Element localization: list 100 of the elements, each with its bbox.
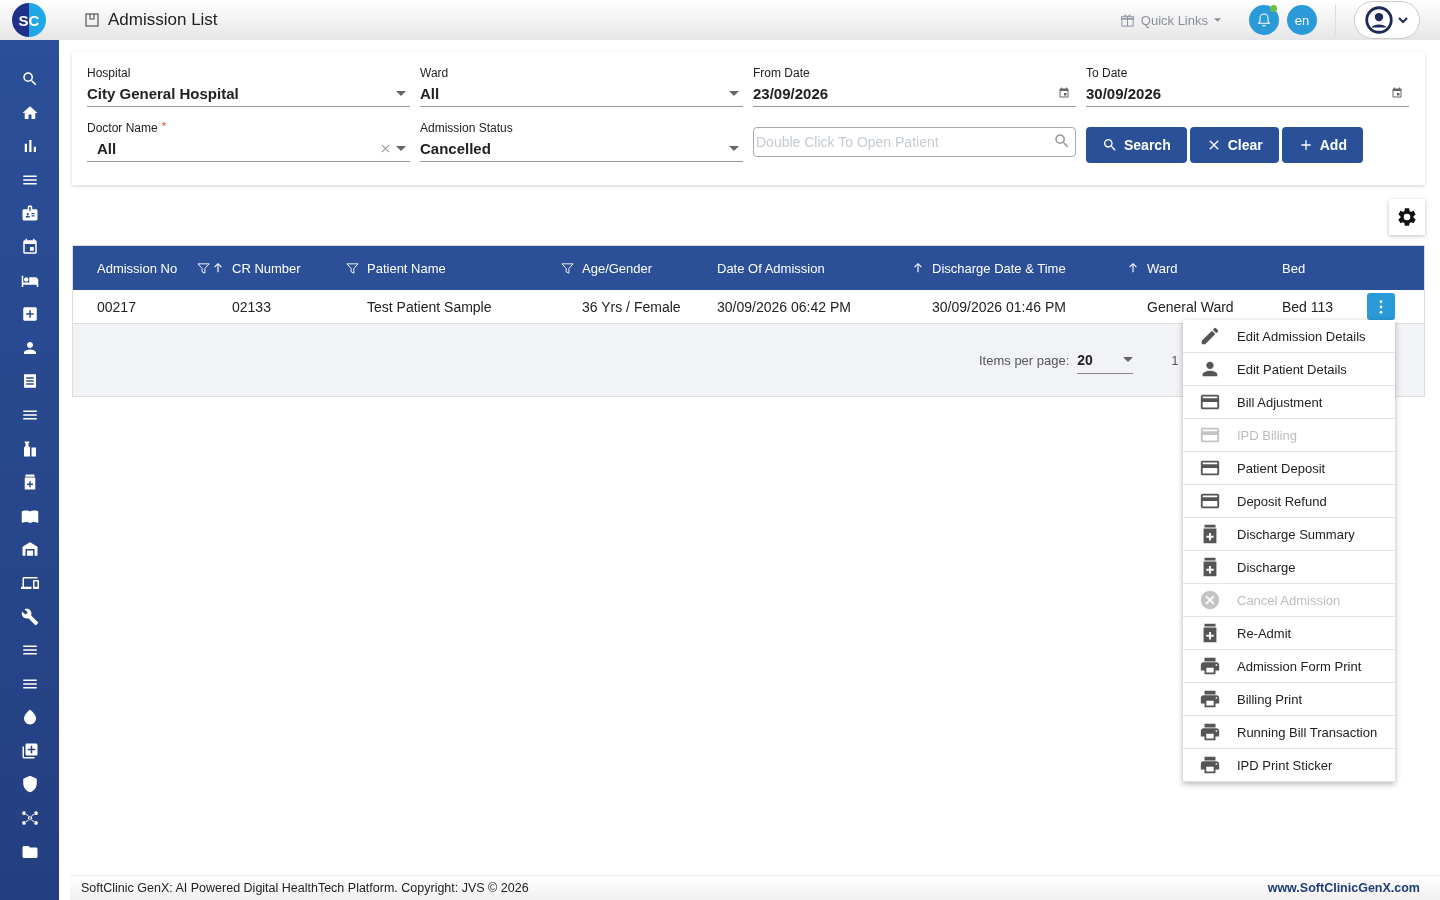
menu-item[interactable]: Discharge Summary	[1183, 518, 1395, 551]
items-per-page-label: Items per page:	[979, 352, 1070, 368]
gift-icon	[1119, 12, 1135, 28]
print-icon	[1199, 655, 1221, 677]
calendar-icon[interactable]	[1058, 87, 1070, 99]
menu-item[interactable]: Deposit Refund	[1183, 485, 1395, 518]
menu-item[interactable]: Admission Form Print	[1183, 650, 1395, 683]
search-button[interactable]: Search	[1086, 127, 1187, 163]
menu-item[interactable]: Running Bill Transaction	[1183, 716, 1395, 749]
print-icon	[1199, 688, 1221, 710]
field-value: Cancelled	[420, 139, 492, 157]
field-label: Hospital	[87, 66, 131, 80]
profile-button[interactable]	[1354, 1, 1420, 39]
menu-item[interactable]: Billing Print	[1183, 683, 1395, 716]
print-icon	[1199, 754, 1221, 776]
notification-button[interactable]	[1249, 5, 1279, 35]
required-mark: *	[161, 121, 166, 131]
badge-icon[interactable]	[20, 204, 39, 223]
table-cell-text: 30/09/2026 06:42 PM	[717, 298, 852, 315]
plus-icon[interactable]	[20, 305, 39, 324]
add-button[interactable]: Add	[1281, 127, 1363, 163]
column-header[interactable]: CR Number	[232, 260, 346, 276]
field-value: City General Hospital	[87, 84, 240, 102]
search-icon[interactable]	[20, 70, 39, 88]
filter-icon[interactable]	[561, 261, 574, 275]
filter-field[interactable]: Admission Status Cancelled	[420, 121, 743, 163]
column-header[interactable]: Age/Gender	[582, 260, 709, 276]
patient-search-field[interactable]: Double Click To Open Patient	[753, 127, 1076, 157]
garage-icon[interactable]	[20, 540, 39, 559]
clear-button[interactable]: Clear	[1189, 127, 1279, 163]
footer-text: SoftClinic GenX: AI Powered Digital HealthTech Platform. Copyright: JVS © 2026	[81, 881, 529, 895]
field-label: From Date	[753, 66, 810, 80]
table-cell-text: 36 Yrs / Female	[582, 298, 682, 315]
field-label: To Date	[1086, 66, 1128, 80]
column-header[interactable]: Date Of Admission	[717, 260, 912, 276]
field-value: All	[420, 84, 441, 102]
calendar-icon[interactable]	[20, 237, 39, 256]
bell-icon	[1256, 12, 1272, 28]
clear-icon[interactable]	[381, 143, 390, 153]
menu-item[interactable]: IPD Print Sticker	[1183, 749, 1395, 782]
menu-item[interactable]: Edit Admission Details	[1183, 320, 1395, 353]
column-header[interactable]: Bed	[1282, 260, 1359, 276]
column-header[interactable]: Admission No	[97, 260, 197, 276]
shield-icon[interactable]	[20, 775, 39, 794]
field-value: 23/09/2026	[753, 84, 830, 102]
calendar-icon[interactable]	[1391, 87, 1403, 99]
filter-field[interactable]: From Date 23/09/2026	[753, 66, 1076, 107]
menu-item[interactable]: Discharge	[1183, 551, 1395, 584]
website-link[interactable]: www.SoftClinicGenX.com	[1267, 881, 1420, 895]
layers-icon[interactable]	[20, 741, 39, 760]
page-size-select[interactable]: 20	[1077, 346, 1134, 374]
chevron-down-icon	[1397, 14, 1409, 26]
column-header[interactable]: Discharge Date & Time	[932, 260, 1127, 276]
cancel-icon	[1199, 589, 1221, 611]
filter-field[interactable]: Ward All	[420, 66, 743, 107]
page-title: Admission List	[108, 10, 218, 30]
app-logo: SC	[12, 3, 46, 37]
print-icon	[1199, 721, 1221, 743]
edit-icon	[1199, 325, 1221, 347]
book-icon	[84, 12, 100, 28]
settings-button[interactable]	[1389, 199, 1425, 235]
filter-field[interactable]: Doctor Name * All	[87, 121, 410, 163]
menu-item[interactable]: Bill Adjustment	[1183, 386, 1395, 419]
table-cell-text: Bed 113	[1282, 298, 1335, 315]
menu-item[interactable]: Patient Deposit	[1183, 452, 1395, 485]
caret-icon	[1214, 18, 1221, 22]
table-cell-text: General Ward	[1147, 298, 1235, 315]
filter-icon[interactable]	[197, 261, 210, 275]
dropdown-caret-icon	[729, 145, 739, 151]
sort-arrow-icon[interactable]	[1127, 262, 1139, 274]
table-cell-text: 00217	[97, 298, 137, 315]
more-vertical-icon	[1379, 299, 1383, 314]
column-header[interactable]: Patient Name	[367, 260, 561, 276]
menu-item[interactable]: Edit Patient Details	[1183, 353, 1395, 386]
field-value: 30/09/2026	[1086, 84, 1163, 102]
filter-field[interactable]: To Date 30/09/2026	[1086, 66, 1409, 107]
user-avatar-icon	[1365, 6, 1393, 34]
filter-field[interactable]: Hospital City General Hospital	[87, 66, 410, 107]
more-options-button[interactable]	[1367, 293, 1395, 320]
field-value: All	[96, 139, 118, 157]
gear-icon	[1396, 206, 1418, 228]
filter-icon[interactable]	[346, 261, 359, 275]
search-icon	[1102, 137, 1118, 153]
wrench-icon[interactable]	[20, 607, 39, 626]
dropdown-caret-icon	[1123, 357, 1134, 362]
table-cell-text: 02133	[232, 298, 272, 315]
network-icon[interactable]	[20, 809, 39, 828]
page-range: 1	[1171, 352, 1179, 368]
table-cell-text: Test Patient Sample	[367, 298, 493, 315]
sort-arrow-icon[interactable]	[912, 262, 924, 274]
column-header[interactable]: Ward	[1147, 260, 1274, 276]
field-label: Ward	[420, 66, 449, 80]
sort-arrow-icon[interactable]	[212, 261, 224, 274]
dropdown-caret-icon	[396, 90, 406, 96]
dropdown-caret-icon	[729, 90, 739, 96]
field-label: Admission Status	[420, 121, 513, 135]
table-cell-text: 30/09/2026 01:46 PM	[932, 298, 1067, 315]
menu-item[interactable]: Re-Admit	[1183, 617, 1395, 650]
field-label: Doctor Name	[87, 121, 158, 135]
dropdown-caret-icon	[396, 145, 406, 151]
